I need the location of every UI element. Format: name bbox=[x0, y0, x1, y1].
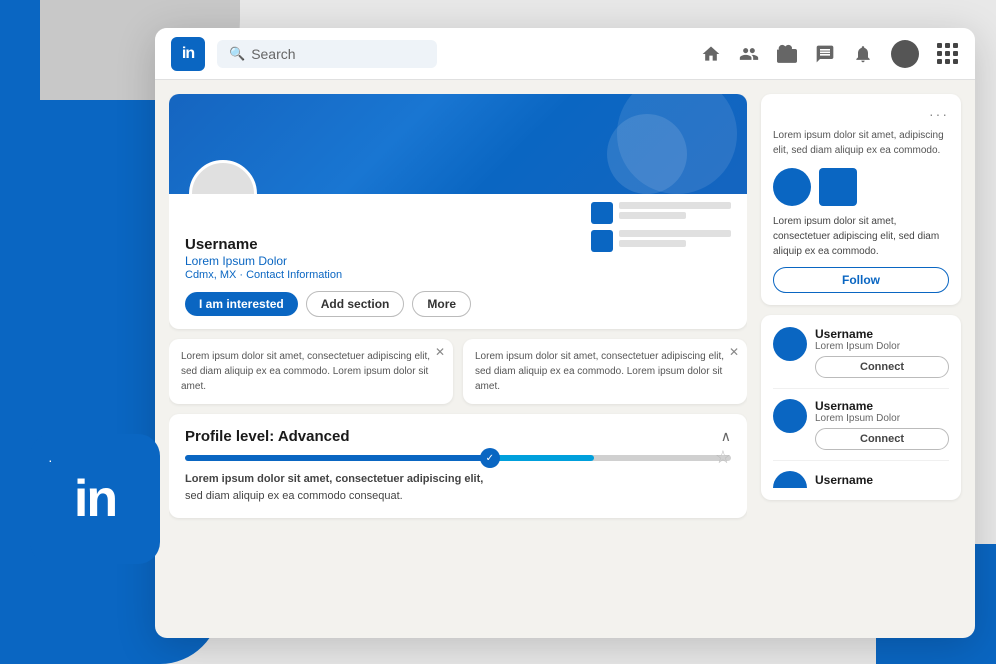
side-info-row-1 bbox=[591, 202, 731, 224]
search-bar[interactable]: 🔍 Search bbox=[217, 40, 437, 68]
progress-star-icon: ☆ bbox=[715, 447, 731, 468]
person-name-1: Username bbox=[815, 327, 949, 341]
progress-bar-fill-blue bbox=[185, 455, 485, 461]
add-section-button[interactable]: Add section bbox=[306, 291, 405, 317]
navbar-logo[interactable]: in bbox=[171, 37, 205, 71]
profile-side-info bbox=[591, 202, 731, 252]
side-rect-blue-1 bbox=[591, 202, 613, 224]
info-card-text-1: Lorem ipsum dolor sit amet, consectetuer… bbox=[181, 349, 441, 394]
people-card: Username Lorem Ipsum Dolor Connect Usern… bbox=[761, 315, 961, 500]
progress-bar-container: ✓ ☆ bbox=[185, 455, 731, 461]
person-info-1: Username Lorem Ipsum Dolor Connect bbox=[815, 327, 949, 378]
close-icon-1[interactable]: ✕ bbox=[435, 345, 445, 359]
logo-in-text: in bbox=[74, 473, 116, 525]
profile-info: Username Lorem Ipsum Dolor Cdmx, MX · Co… bbox=[169, 194, 747, 329]
side-text-line bbox=[619, 212, 686, 219]
person-row-2: Username Lorem Ipsum Dolor Connect bbox=[773, 399, 949, 450]
person-name-2: Username bbox=[815, 399, 949, 413]
promo-card: ··· Lorem ipsum dolor sit amet, adipisci… bbox=[761, 94, 961, 305]
profile-level-header: Profile level: Advanced ∧ bbox=[185, 428, 731, 445]
info-cards-row: ✕ Lorem ipsum dolor sit amet, consectetu… bbox=[169, 339, 747, 404]
side-text-line bbox=[619, 202, 731, 209]
more-button[interactable]: More bbox=[412, 291, 471, 317]
search-placeholder: Search bbox=[251, 46, 295, 62]
connect-button-1[interactable]: Connect bbox=[815, 356, 949, 378]
profile-location: Cdmx, MX · Contact Information bbox=[185, 269, 731, 281]
follow-button[interactable]: Follow bbox=[773, 267, 949, 293]
nav-grid-icon[interactable] bbox=[937, 43, 959, 65]
profile-card: Username Lorem Ipsum Dolor Cdmx, MX · Co… bbox=[169, 94, 747, 329]
person-avatar-1 bbox=[773, 327, 807, 361]
side-text-lines-1 bbox=[619, 202, 731, 222]
side-info-row-2 bbox=[591, 230, 731, 252]
person-name-partial: Username bbox=[815, 473, 873, 487]
progress-checkmark-icon: ✓ bbox=[480, 448, 500, 468]
promo-card-text: Lorem ipsum dolor sit amet, adipiscing e… bbox=[773, 128, 949, 158]
navbar-logo-text: in bbox=[182, 45, 194, 63]
search-icon: 🔍 bbox=[229, 46, 245, 62]
person-info-2: Username Lorem Ipsum Dolor Connect bbox=[815, 399, 949, 450]
person-divider-1 bbox=[773, 388, 949, 389]
linkedin-big-logo: · in bbox=[30, 434, 160, 564]
profile-level-title: Profile level: Advanced bbox=[185, 428, 350, 445]
person-partial: Username bbox=[773, 471, 949, 488]
person-row-1: Username Lorem Ipsum Dolor Connect bbox=[773, 327, 949, 378]
person-divider-2 bbox=[773, 460, 949, 461]
profile-actions: I am interested Add section More bbox=[185, 291, 731, 317]
connect-button-2[interactable]: Connect bbox=[815, 428, 949, 450]
info-card-text-2: Lorem ipsum dolor sit amet, consectetuer… bbox=[475, 349, 735, 394]
main-content: Username Lorem Ipsum Dolor Cdmx, MX · Co… bbox=[155, 80, 975, 638]
progress-bar-bg: ✓ ☆ bbox=[185, 455, 731, 461]
chevron-up-icon[interactable]: ∧ bbox=[721, 428, 731, 445]
profile-title: Lorem Ipsum Dolor bbox=[185, 254, 731, 268]
info-card-1: ✕ Lorem ipsum dolor sit amet, consectetu… bbox=[169, 339, 453, 404]
close-icon-2[interactable]: ✕ bbox=[729, 345, 739, 359]
progress-bar-fill-cyan bbox=[485, 455, 594, 461]
profile-avatar bbox=[189, 160, 257, 194]
more-options-icon[interactable]: ··· bbox=[773, 106, 949, 122]
nav-messaging[interactable] bbox=[815, 44, 835, 64]
profile-banner bbox=[169, 94, 747, 194]
nav-icons bbox=[701, 40, 959, 68]
person-title-1: Lorem Ipsum Dolor bbox=[815, 341, 949, 352]
side-rect-blue-2 bbox=[591, 230, 613, 252]
person-avatar-partial bbox=[773, 471, 807, 488]
sidebar-circle bbox=[773, 168, 811, 206]
profile-panel: Username Lorem Ipsum Dolor Cdmx, MX · Co… bbox=[169, 94, 747, 624]
navbar: in 🔍 Search bbox=[155, 28, 975, 80]
side-text-line bbox=[619, 230, 731, 237]
nav-jobs[interactable] bbox=[777, 44, 797, 64]
sidebar-square bbox=[819, 168, 857, 206]
sidebar-visual bbox=[773, 168, 949, 206]
nav-people[interactable] bbox=[739, 44, 759, 64]
nav-notifications[interactable] bbox=[853, 44, 873, 64]
info-card-2: ✕ Lorem ipsum dolor sit amet, consectetu… bbox=[463, 339, 747, 404]
nav-avatar[interactable] bbox=[891, 40, 919, 68]
profile-right-card bbox=[591, 202, 731, 252]
person-title-2: Lorem Ipsum Dolor bbox=[815, 413, 949, 424]
profile-level-desc: Lorem ipsum dolor sit amet, consectetuer… bbox=[185, 471, 731, 504]
promo-card-desc: Lorem ipsum dolor sit amet, consectetuer… bbox=[773, 214, 949, 259]
person-avatar-2 bbox=[773, 399, 807, 433]
nav-home[interactable] bbox=[701, 44, 721, 64]
logo-dot: · bbox=[48, 452, 53, 468]
right-sidebar: ··· Lorem ipsum dolor sit amet, adipisci… bbox=[761, 94, 961, 624]
browser-window: in 🔍 Search bbox=[155, 28, 975, 638]
profile-level-card: Profile level: Advanced ∧ ✓ ☆ Lorem ipsu… bbox=[169, 414, 747, 518]
side-text-line bbox=[619, 240, 686, 247]
side-text-lines-2 bbox=[619, 230, 731, 250]
interested-button[interactable]: I am interested bbox=[185, 292, 298, 316]
